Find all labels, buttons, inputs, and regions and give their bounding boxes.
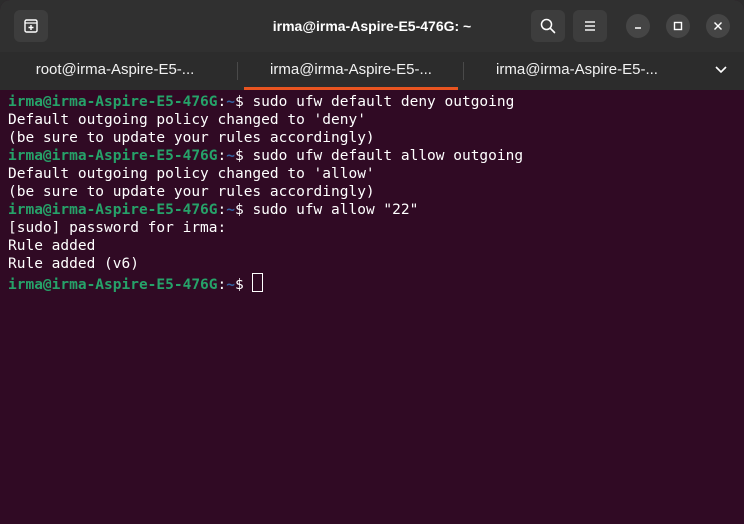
maximize-icon: [673, 21, 683, 31]
prompt-symbol: $: [234, 148, 253, 164]
prompt-user-host: irma@irma-Aspire-E5-476G: [8, 202, 218, 218]
prompt-user-host: irma@irma-Aspire-E5-476G: [8, 277, 218, 293]
active-tab-indicator: [244, 87, 458, 90]
menu-button[interactable]: [573, 10, 607, 42]
search-button[interactable]: [531, 10, 565, 42]
command-text: sudo ufw default deny outgoing: [252, 94, 515, 110]
new-tab-icon: [24, 19, 38, 33]
prompt-symbol: $: [234, 277, 253, 293]
terminal-output-line: (be sure to update your rules accordingl…: [8, 184, 375, 200]
hamburger-menu-icon: [585, 21, 595, 31]
terminal-output[interactable]: irma@irma-Aspire-E5-476G:~$ sudo ufw def…: [8, 93, 736, 517]
terminal-window: irma@irma-Aspire-E5-476G: ~ root@irma-As…: [0, 0, 744, 524]
tab-list-button[interactable]: [704, 52, 740, 90]
tab-label: irma@irma-Aspire-E5-...: [270, 61, 432, 78]
tab-root[interactable]: root@irma-Aspire-E5-...: [6, 52, 224, 90]
terminal-command-line: irma@irma-Aspire-E5-476G:~$ sudo ufw def…: [8, 93, 736, 111]
terminal-command-line: irma@irma-Aspire-E5-476G:~$: [8, 273, 736, 293]
prompt-symbol: $: [234, 202, 253, 218]
terminal-output-line: Default outgoing policy changed to 'deny…: [8, 112, 366, 128]
tab-separator: [463, 62, 464, 80]
close-button[interactable]: [706, 14, 730, 38]
tab-label: root@irma-Aspire-E5-...: [35, 61, 195, 78]
prompt-path: ~: [226, 94, 235, 110]
maximize-button[interactable]: [666, 14, 690, 38]
terminal-cursor: [252, 273, 264, 292]
tab-separator: [237, 62, 238, 80]
new-tab-button[interactable]: [14, 10, 48, 42]
header-bar: irma@irma-Aspire-E5-476G: ~: [0, 0, 744, 52]
prompt-path: ~: [226, 148, 235, 164]
terminal-command-line: irma@irma-Aspire-E5-476G:~$ sudo ufw all…: [8, 201, 736, 219]
terminal-output-line: Rule added: [8, 238, 96, 254]
prompt-user-host: irma@irma-Aspire-E5-476G: [8, 94, 218, 110]
prompt-separator: :: [217, 148, 227, 164]
tab-irma-2[interactable]: irma@irma-Aspire-E5-...: [468, 52, 686, 90]
prompt-separator: :: [217, 277, 227, 293]
terminal-command-line: irma@irma-Aspire-E5-476G:~$ sudo ufw def…: [8, 147, 736, 165]
tab-irma-active[interactable]: irma@irma-Aspire-E5-...: [242, 52, 460, 90]
search-icon: [540, 18, 556, 34]
prompt-separator: :: [217, 202, 227, 218]
command-text: sudo ufw allow "22": [252, 202, 419, 218]
prompt-path: ~: [226, 202, 235, 218]
close-icon: [714, 22, 722, 30]
chevron-down-icon: [715, 66, 727, 74]
prompt-user-host: irma@irma-Aspire-E5-476G: [8, 148, 218, 164]
command-text: sudo ufw default allow outgoing: [252, 148, 524, 164]
prompt-path: ~: [226, 277, 235, 293]
minimize-icon: [635, 27, 641, 29]
minimize-button[interactable]: [626, 14, 650, 38]
terminal-output-line: Default outgoing policy changed to 'allo…: [8, 166, 375, 182]
prompt-symbol: $: [234, 94, 253, 110]
terminal-output-line: Rule added (v6): [8, 256, 139, 272]
terminal-output-line: [sudo] password for irma:: [8, 220, 227, 236]
prompt-separator: :: [217, 94, 227, 110]
tab-bar: root@irma-Aspire-E5-... irma@irma-Aspire…: [0, 52, 744, 90]
terminal-output-line: (be sure to update your rules accordingl…: [8, 130, 375, 146]
tab-label: irma@irma-Aspire-E5-...: [496, 61, 658, 78]
